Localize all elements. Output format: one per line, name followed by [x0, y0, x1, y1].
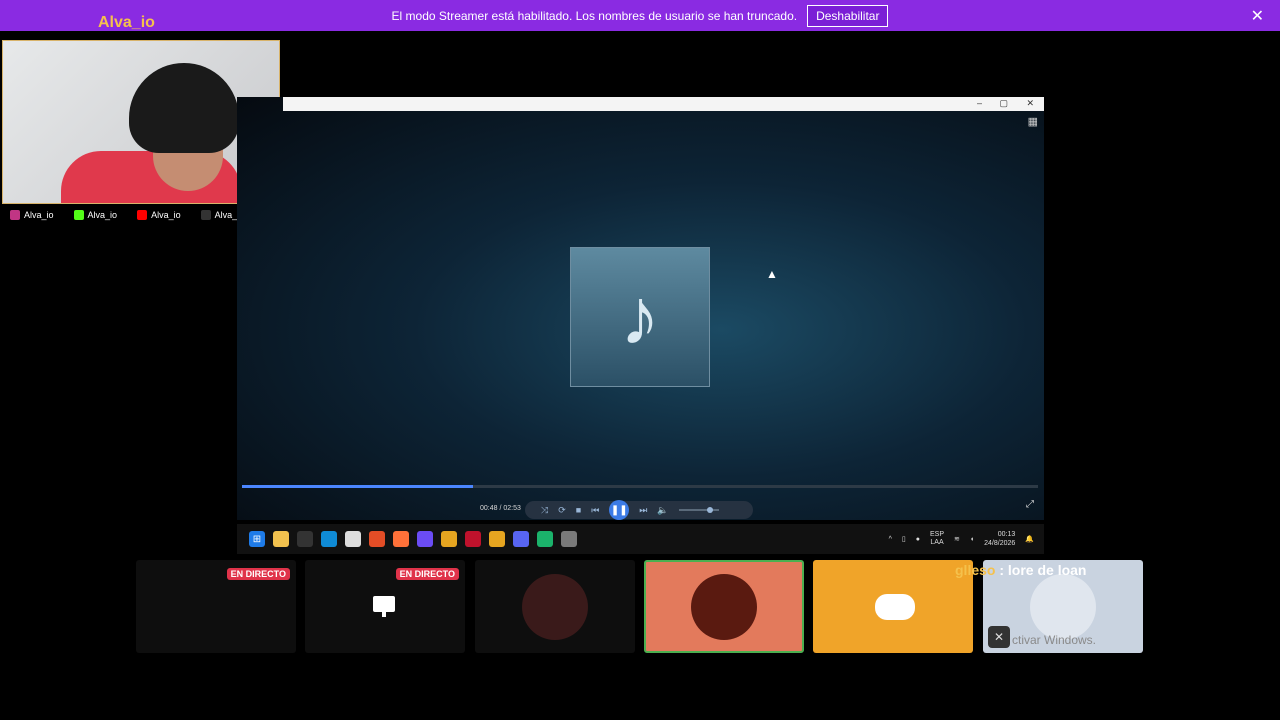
- activate-windows-watermark: ctivar Windows.: [1012, 633, 1097, 647]
- monitor-stand: [382, 612, 386, 617]
- banner-message: El modo Streamer está habilitado. Los no…: [391, 8, 798, 23]
- notification-icon[interactable]: 🔔: [1025, 535, 1034, 543]
- fullscreen-icon[interactable]: ⤢: [1026, 499, 1034, 510]
- discord-icon: [875, 594, 915, 620]
- lang-top: ESP: [930, 531, 945, 538]
- stop-icon[interactable]: ■: [576, 505, 581, 515]
- media-player-window: – ▢ ✕ ▦ ♪ ▲ 00:48 / 02:53 ⤨ ⟳ ■ ⏮ ❚❚ ⏭ 🔈…: [237, 97, 1044, 520]
- clock[interactable]: 00:13 24/8/2026: [984, 530, 1015, 548]
- chevron-up-icon[interactable]: ^: [889, 536, 892, 543]
- avatar: [522, 573, 588, 640]
- volume-slider[interactable]: [678, 507, 719, 513]
- windows-taskbar: ⊞ ^ ▯ ● ESP LAA ≋ ◖ 00:13 24/8/2026 🔔: [237, 524, 1044, 554]
- mouse-cursor-icon: ▲: [766, 267, 778, 281]
- kick-icon: [73, 210, 84, 220]
- close-window-button[interactable]: ✕: [1026, 98, 1034, 109]
- social-handle: Alva_io: [24, 210, 54, 220]
- repeat-icon[interactable]: ⟳: [558, 505, 566, 516]
- chat-user: glleso: [955, 562, 996, 578]
- media-player-taskbar-icon[interactable]: [561, 531, 577, 547]
- seek-bar[interactable]: [242, 485, 1038, 488]
- instagram-icon: [10, 210, 20, 220]
- clock-date: 24/8/2026: [984, 540, 1016, 547]
- start-icon[interactable]: ⊞: [249, 531, 265, 547]
- disable-button[interactable]: Deshabilitar: [807, 4, 889, 27]
- close-icon[interactable]: ✕: [1251, 6, 1264, 26]
- avatar: [1030, 573, 1096, 640]
- clock-time: 00:13: [997, 531, 1016, 538]
- app-icon[interactable]: [417, 531, 433, 547]
- social-handle: Alva_io: [151, 210, 181, 220]
- pause-button[interactable]: ❚❚: [609, 500, 630, 520]
- brave-icon[interactable]: [369, 531, 385, 547]
- monitor-icon: [373, 596, 395, 612]
- maximize-button[interactable]: ▢: [999, 98, 1008, 109]
- file-explorer-icon[interactable]: [273, 531, 289, 547]
- grid-icon[interactable]: ▦: [1028, 115, 1038, 128]
- participant-tiles: EN DIRECTO EN DIRECTO glleso : lore de l…: [0, 560, 1280, 655]
- tile-user[interactable]: [475, 560, 635, 653]
- social-instagram: Alva_io: [10, 210, 54, 220]
- seek-progress: [242, 485, 473, 488]
- avatar: [691, 573, 757, 640]
- social-kick: Alva_io: [73, 210, 118, 220]
- social-links: Alva_io Alva_io Alva_io Alva_io: [10, 207, 275, 223]
- language-indicator[interactable]: ESP LAA: [930, 531, 944, 547]
- volume-knob[interactable]: [706, 507, 713, 513]
- social-youtube: Alva_io: [137, 210, 181, 220]
- battery-icon[interactable]: ▯: [902, 535, 906, 543]
- discord-taskbar-icon[interactable]: [513, 531, 529, 547]
- chat-text: : lore de loan: [995, 562, 1087, 578]
- tile-screen-share[interactable]: EN DIRECTO: [136, 560, 296, 653]
- youtube-icon: [137, 210, 148, 220]
- store-icon[interactable]: [345, 531, 361, 547]
- wifi-icon[interactable]: ≋: [954, 535, 960, 543]
- live-badge: EN DIRECTO: [226, 568, 290, 580]
- tile-discord[interactable]: [813, 560, 973, 653]
- playback-controls: ⤨ ⟳ ■ ⏮ ❚❚ ⏭ 🔈: [525, 500, 753, 520]
- edge-icon[interactable]: [321, 531, 337, 547]
- tiktok-icon: [200, 210, 211, 220]
- streamer-mode-banner: El modo Streamer está habilitado. Los no…: [0, 0, 1280, 31]
- volume-icon[interactable]: 🔈: [657, 505, 668, 516]
- vpn-icon[interactable]: [489, 531, 505, 547]
- firefox-icon[interactable]: [393, 531, 409, 547]
- shield-icon[interactable]: [441, 531, 457, 547]
- next-icon[interactable]: ⏭: [639, 505, 647, 516]
- time-display: 00:48 / 02:53: [480, 505, 521, 512]
- window-titlebar: – ▢ ✕: [283, 97, 1044, 111]
- whatsapp-icon[interactable]: [537, 531, 553, 547]
- opera-icon[interactable]: [465, 531, 481, 547]
- task-view-icon[interactable]: [297, 531, 313, 547]
- tile-speaking-user[interactable]: [644, 560, 804, 653]
- tile-stream[interactable]: EN DIRECTO: [305, 560, 465, 653]
- minimize-button[interactable]: –: [977, 98, 982, 108]
- music-note-icon: ♪: [570, 247, 710, 387]
- streamer-name: Alva_io: [98, 14, 155, 31]
- speaker-icon[interactable]: ◖: [970, 536, 974, 543]
- system-tray: ^ ▯ ● ESP LAA ≋ ◖ 00:13 24/8/2026 🔔: [889, 530, 1034, 548]
- lang-bottom: LAA: [930, 539, 944, 546]
- microphone-icon[interactable]: ●: [916, 536, 920, 543]
- social-handle: Alva_io: [87, 210, 118, 220]
- mic-muted-icon: ✕: [988, 626, 1010, 648]
- headphones: [129, 63, 239, 153]
- chat-message: glleso : lore de loan: [955, 562, 1086, 578]
- previous-icon[interactable]: ⏮: [591, 505, 599, 516]
- shuffle-icon[interactable]: ⤨: [541, 505, 548, 516]
- live-badge: EN DIRECTO: [395, 568, 459, 580]
